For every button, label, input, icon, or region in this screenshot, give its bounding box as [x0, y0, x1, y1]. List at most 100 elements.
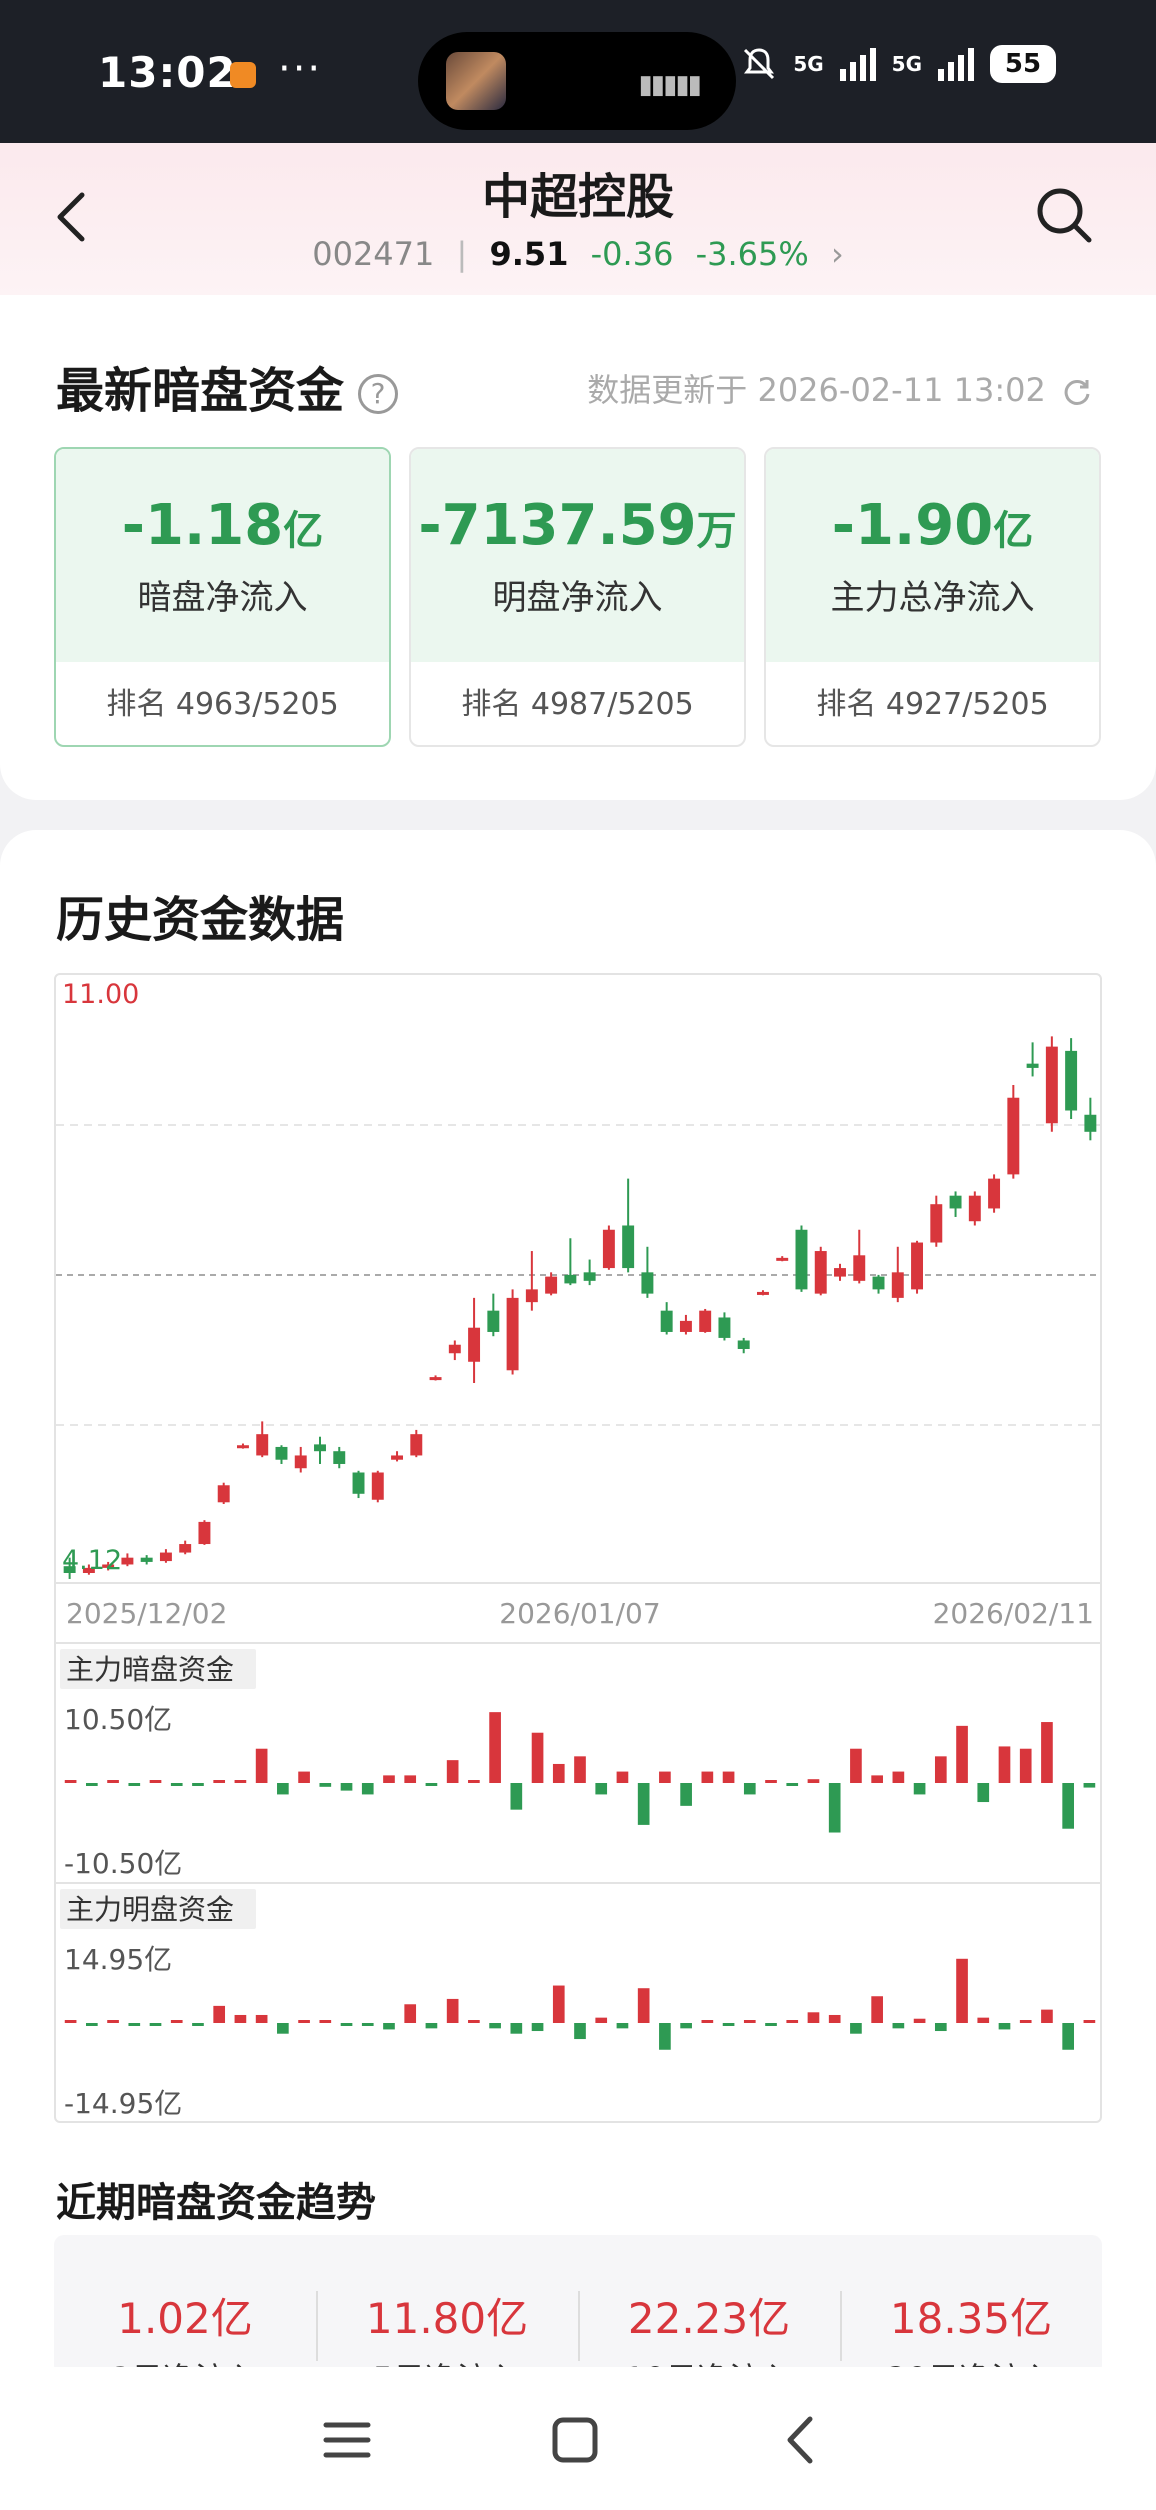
- history-title: 历史资金数据: [56, 892, 345, 948]
- back-triangle-icon[interactable]: [766, 2405, 836, 2475]
- light-flow-bar: [722, 2023, 735, 2026]
- dark-net-inflow-box[interactable]: -1.18亿 暗盘净流入 排名 4963/5205: [54, 447, 391, 747]
- candle-body: [930, 1204, 943, 1243]
- light-flow-bar: [340, 2023, 353, 2026]
- dark-flow-bar: [637, 1783, 650, 1825]
- signal-icon-2: [938, 48, 974, 81]
- candle-body: [1084, 1114, 1097, 1132]
- dark-flow-bar: [680, 1783, 692, 1806]
- price-change: -0.36: [590, 235, 674, 273]
- box-value: -1.90亿: [831, 493, 1034, 558]
- trend-3d[interactable]: 1.02亿3日净流入: [54, 2235, 316, 2398]
- light-flow-bar: [595, 2017, 608, 2023]
- candle-body: [776, 1257, 789, 1261]
- dark-flow-label: 主力暗盘资金: [66, 1653, 234, 1686]
- home-square-icon[interactable]: [540, 2405, 610, 2475]
- status-icons: 5G 5G 55: [739, 44, 1056, 84]
- light-flow-bar: [574, 2023, 586, 2040]
- candle-body: [834, 1268, 846, 1277]
- menu-icon[interactable]: [312, 2405, 382, 2475]
- dark-flow-bar: [743, 1783, 756, 1795]
- dark-flow-bar: [913, 1783, 926, 1795]
- status-time: 13:02: [98, 48, 237, 97]
- dark-flow-bar: [765, 1780, 777, 1783]
- dark-flow-min-label: -10.50亿: [64, 1847, 182, 1880]
- candle-body: [814, 1251, 827, 1294]
- stock-quote-line[interactable]: 002471 | 9.51 -0.36 -3.65% ›: [0, 235, 1156, 273]
- update-time[interactable]: 数据更新于 2026-02-11 13:02: [587, 365, 1092, 411]
- dark-pool-title: 最新暗盘资金?: [56, 351, 399, 421]
- box-label: 明盘净流入: [492, 578, 663, 618]
- chevron-right-icon: ›: [830, 235, 844, 273]
- dark-flow-bar: [1019, 1748, 1032, 1783]
- mute-bell-icon: [744, 48, 775, 80]
- main-total-inflow-box[interactable]: -1.90亿 主力总净流入 排名 4927/5205: [764, 447, 1101, 747]
- light-flow-bar: [192, 2023, 204, 2026]
- dark-flow-bar: [128, 1783, 141, 1786]
- candle-body: [853, 1255, 866, 1281]
- more-notifications-icon: ···: [278, 46, 323, 92]
- light-flow-bar: [404, 2004, 417, 2023]
- dark-flow-bar: [1062, 1783, 1074, 1829]
- candle-body: [410, 1434, 423, 1456]
- dark-flow-bar: [998, 1746, 1011, 1783]
- light-flow-bar: [892, 2023, 905, 2029]
- media-thumbnail: [446, 52, 506, 110]
- dark-flow-bar: [934, 1756, 947, 1783]
- light-flow-min-label: -14.95亿: [64, 2087, 182, 2120]
- trend-10d[interactable]: 22.23亿10日净流入: [578, 2235, 840, 2398]
- light-flow-bar: [213, 2005, 226, 2023]
- candle-body: [333, 1451, 346, 1464]
- candle-body: [179, 1544, 192, 1553]
- light-flow-label: 主力明盘资金: [66, 1893, 234, 1926]
- candle-body: [140, 1557, 153, 1562]
- search-icon[interactable]: [1034, 185, 1094, 245]
- candle-body: [391, 1455, 404, 1460]
- candle-body: [679, 1320, 692, 1332]
- light-flow-bar: [510, 2023, 523, 2034]
- dark-flow-bar: [255, 1748, 268, 1783]
- refresh-icon[interactable]: [1062, 377, 1092, 407]
- price-min-label: 4.12: [62, 1545, 122, 1576]
- dark-flow-bar: [701, 1771, 714, 1783]
- trend-20d[interactable]: 18.35亿20日净流入: [840, 2235, 1102, 2398]
- light-flow-bar: [659, 2023, 671, 2050]
- candle-body: [352, 1472, 365, 1494]
- candle-body: [448, 1344, 461, 1354]
- dark-flow-bar: [446, 1760, 459, 1783]
- candle-body: [699, 1310, 712, 1332]
- candle-body: [217, 1485, 230, 1503]
- dark-flow-bar: [404, 1775, 417, 1783]
- help-icon[interactable]: ?: [358, 374, 399, 414]
- dark-flow-bar: [552, 1763, 565, 1783]
- trend-value: 18.35亿: [889, 2294, 1053, 2343]
- candle-body: [429, 1377, 442, 1381]
- history-chart-svg[interactable]: 11.00 4.12 2025/12/02 2026/01/07 2026/02/11 主…: [56, 975, 1102, 2123]
- candle-body: [564, 1274, 577, 1284]
- candle-body: [371, 1472, 384, 1500]
- candle-body: [641, 1272, 654, 1294]
- candle-body: [622, 1225, 635, 1269]
- dark-flow-bar: [1041, 1722, 1053, 1783]
- dark-flow-bar: [595, 1783, 608, 1795]
- light-flow-bar: [383, 2023, 395, 2030]
- dynamic-island[interactable]: ▮▮▮▮▮: [418, 32, 736, 130]
- network-5g-label-2: 5G: [891, 52, 922, 76]
- history-chart[interactable]: 11.00 4.12 2025/12/02 2026/01/07 2026/02/11 主…: [54, 973, 1102, 2123]
- trend-box: 1.02亿3日净流入 11.80亿5日净流入 22.23亿10日净流入 18.3…: [54, 2235, 1102, 2398]
- dark-flow-bar: [1083, 1783, 1096, 1788]
- light-net-inflow-box[interactable]: -7137.59万 明盘净流入 排名 4987/5205: [409, 447, 746, 747]
- trend-5d[interactable]: 11.80亿5日净流入: [316, 2235, 578, 2398]
- notification-app-icon: [230, 62, 256, 88]
- stock-header: 中超控股 002471 | 9.51 -0.36 -3.65% ›: [0, 143, 1156, 295]
- dark-flow-max-label: 10.50亿: [64, 1703, 172, 1736]
- dark-flow-bar: [234, 1780, 247, 1783]
- light-flow-bar: [446, 1998, 459, 2023]
- candle-body: [314, 1444, 326, 1452]
- flow-boxes: -1.18亿 暗盘净流入 排名 4963/5205 -7137.59万 明盘净流…: [54, 447, 1101, 747]
- stock-code: 002471: [312, 235, 435, 273]
- stock-name: 中超控股: [481, 169, 674, 225]
- light-flow-bar: [871, 1996, 883, 2023]
- quote-separator: |: [456, 235, 468, 273]
- dark-flow-bar: [977, 1783, 990, 1803]
